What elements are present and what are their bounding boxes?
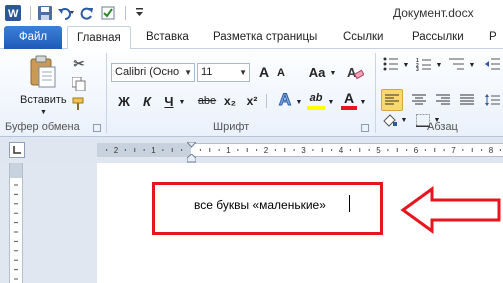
separator	[30, 6, 31, 20]
superscript-button[interactable]: x²	[244, 93, 260, 109]
ruler-tick-label: 1	[226, 146, 231, 155]
chevron-down-icon[interactable]: ▼	[400, 116, 408, 124]
ribbon: Вставить ▼ ✂ Буфер обмена Calibri (Осно …	[0, 49, 503, 137]
paste-icon[interactable]	[26, 55, 58, 89]
font-color-icon[interactable]: A	[341, 90, 357, 110]
text-effects-icon[interactable]: A	[276, 90, 294, 110]
underline-button[interactable]: Ч	[162, 93, 176, 109]
font-size-combo[interactable]: 11 ▼	[197, 63, 250, 82]
svg-text:A: A	[347, 65, 357, 80]
align-center-icon[interactable]	[410, 92, 428, 108]
separator	[125, 6, 126, 20]
tab-page-layout[interactable]: Разметка страницы	[204, 26, 326, 49]
tab-file[interactable]: Файл	[4, 26, 62, 49]
highlight-icon[interactable]: ab	[307, 90, 325, 110]
font-name-value: Calibri (Осно	[115, 66, 180, 78]
annotation-highlight-box	[152, 182, 383, 235]
line-spacing-icon[interactable]	[484, 92, 502, 108]
decrease-indent-icon[interactable]	[484, 56, 502, 72]
change-case-icon[interactable]: Aa	[306, 64, 328, 80]
tab-home[interactable]: Главная	[67, 26, 131, 50]
chevron-down-icon[interactable]: ▼	[329, 69, 337, 77]
italic-button[interactable]: К	[140, 93, 154, 109]
font-launcher-icon[interactable]	[361, 124, 369, 132]
tab-references[interactable]: Ссылки	[334, 26, 393, 49]
ruler-bar: 2 1 1 2 3 4 5 6 7 8	[0, 137, 503, 163]
tab-selector-icon[interactable]	[9, 142, 25, 158]
ruler-tick-label: 2	[264, 146, 269, 155]
font-group-label: Шрифт	[213, 121, 250, 133]
tab-mailings[interactable]: Рассылки	[403, 26, 473, 49]
align-left-button[interactable]	[381, 89, 403, 111]
clear-formatting-icon[interactable]: A	[345, 62, 365, 82]
ruler-ticks: 2 1 1 2 3 4 5 6 7 8	[106, 146, 501, 155]
svg-text:W: W	[8, 8, 19, 20]
chevron-down-icon[interactable]: ▼	[402, 61, 410, 69]
tab-review[interactable]: Р	[480, 26, 503, 49]
title-bar: W Документ.docx	[0, 0, 503, 26]
customize-toolbar-icon[interactable]	[131, 4, 149, 22]
word-logo-icon[interactable]: W	[4, 4, 22, 22]
ruler-tick-label: 3	[301, 146, 306, 155]
svg-text:3: 3	[416, 67, 419, 71]
multilevel-list-icon[interactable]	[448, 56, 466, 72]
spelling-check-icon[interactable]	[99, 4, 117, 22]
cut-icon[interactable]: ✂	[70, 55, 88, 73]
shrink-font-icon[interactable]: A	[274, 66, 288, 80]
bold-button[interactable]: Ж	[117, 93, 131, 109]
subscript-button[interactable]: x₂	[222, 93, 238, 109]
redo-icon[interactable]	[78, 4, 96, 22]
vertical-ruler[interactable]	[9, 163, 23, 283]
numbering-icon[interactable]: 123	[415, 56, 433, 72]
ruler-tick-label: 4	[339, 146, 344, 155]
chevron-down-icon[interactable]: ▼	[184, 64, 192, 81]
align-right-icon[interactable]	[434, 92, 452, 108]
group-separator	[375, 53, 376, 133]
grow-font-icon[interactable]: A	[256, 64, 272, 80]
chevron-down-icon[interactable]: ▼	[359, 98, 367, 106]
clipboard-launcher-icon[interactable]	[93, 124, 101, 132]
ribbon-tabs: Файл Главная Вставка Разметка страницы С…	[0, 26, 503, 50]
chevron-down-icon[interactable]: ▼	[435, 61, 443, 69]
shading-icon[interactable]	[380, 113, 400, 127]
clipboard-group-label: Буфер обмена	[5, 121, 80, 133]
tab-insert[interactable]: Вставка	[137, 26, 198, 49]
quick-access-toolbar: W	[0, 0, 152, 26]
font-name-combo[interactable]: Calibri (Осно ▼	[111, 63, 195, 82]
bullets-icon[interactable]	[382, 56, 400, 72]
chevron-down-icon[interactable]: ▼	[295, 98, 303, 106]
strikethrough-button[interactable]: abe	[196, 93, 218, 109]
group-separator	[106, 53, 107, 133]
ruler-tick-label: 8	[489, 146, 494, 155]
ruler-tick-label: 7	[451, 146, 456, 155]
copy-icon[interactable]	[70, 75, 88, 93]
chevron-down-icon[interactable]: ▼	[239, 64, 247, 81]
document-title: Документ.docx	[393, 6, 474, 20]
chevron-down-icon[interactable]: ▼	[327, 98, 335, 106]
ruler-tick-label: 6	[414, 146, 419, 155]
paragraph-group-label: Абзац	[427, 121, 458, 133]
undo-icon[interactable]	[57, 4, 75, 22]
font-size-value: 11	[201, 66, 213, 78]
first-line-indent-marker[interactable]	[185, 139, 198, 151]
save-icon[interactable]	[36, 4, 54, 22]
paste-button[interactable]: Вставить	[20, 94, 67, 106]
chevron-down-icon[interactable]: ▼	[178, 98, 186, 106]
ruler-tick-label: 5	[376, 146, 381, 155]
separator	[266, 94, 267, 108]
paste-dropdown-icon[interactable]: ▼	[40, 109, 47, 116]
vertical-ruler-ticks	[14, 184, 18, 280]
format-painter-icon[interactable]	[70, 95, 88, 113]
annotation-arrow-icon	[400, 186, 501, 234]
chevron-down-icon[interactable]: ▼	[468, 61, 476, 69]
ruler-tick-label: 1	[151, 146, 156, 155]
justify-icon[interactable]	[458, 92, 476, 108]
ruler-tick-label: 2	[114, 146, 119, 155]
